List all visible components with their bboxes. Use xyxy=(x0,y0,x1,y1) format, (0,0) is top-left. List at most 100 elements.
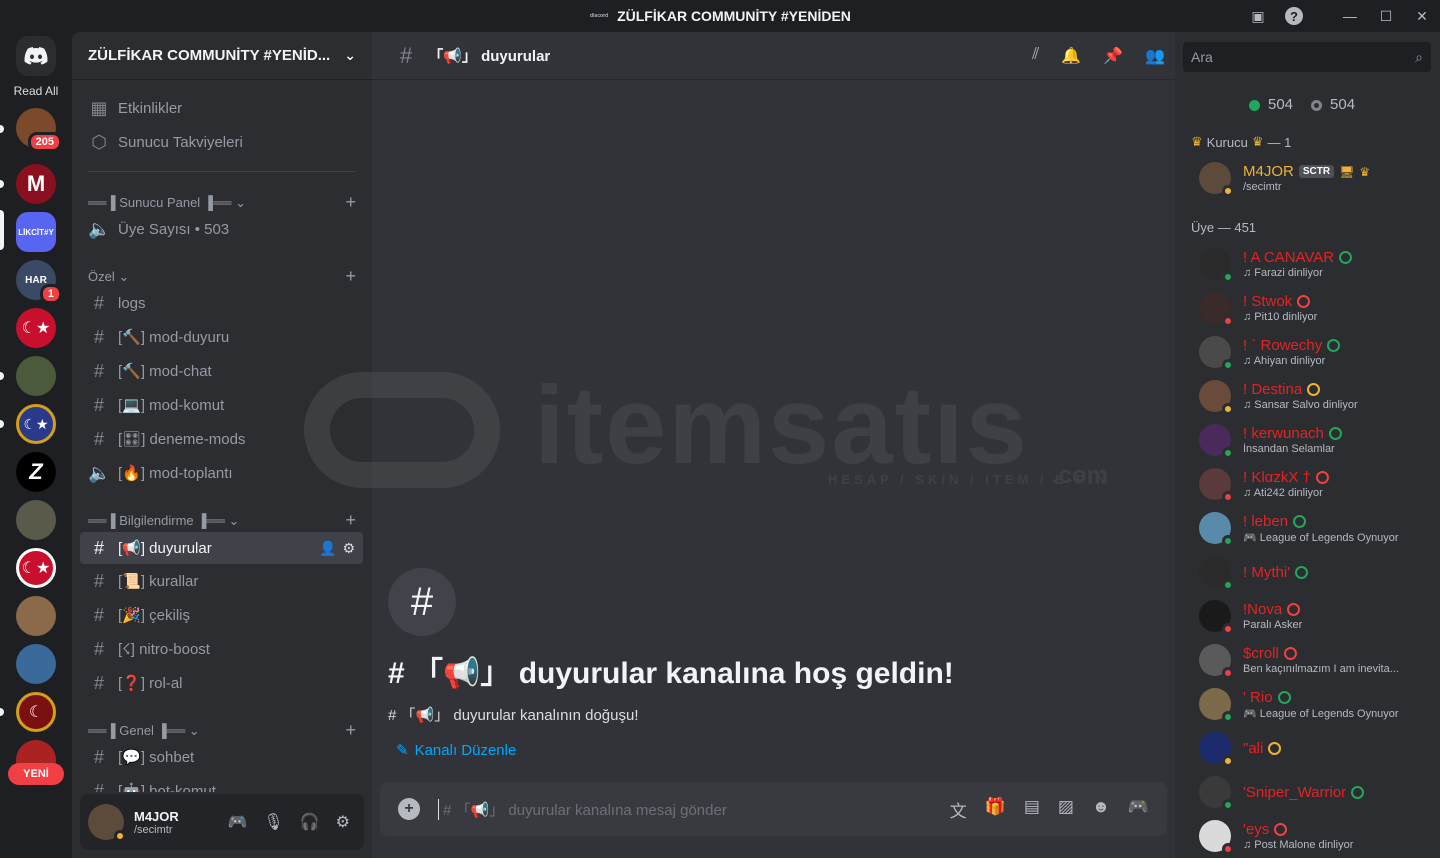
chevron-down-icon: ⌄ xyxy=(344,47,356,63)
activities-icon[interactable]: 🎮 xyxy=(1128,797,1149,822)
hash-icon: # xyxy=(93,292,104,313)
channel-nitro-boost[interactable]: # [☇] nitro-boost xyxy=(80,633,363,665)
hash-icon: # xyxy=(93,780,104,793)
hash-icon: # xyxy=(93,537,104,558)
gamepad-icon[interactable]: 🎮 xyxy=(228,812,248,832)
channel-duyurular-active[interactable]: # [📢] duyurular 👤 ⚙ xyxy=(80,532,363,564)
member-item[interactable]: 'Sniper_Warrior xyxy=(1199,772,1429,812)
member-name: ! KlαzkX † xyxy=(1243,469,1311,486)
server-icon-selected[interactable]: LİKCİT#Y xyxy=(16,212,56,252)
category-bilgilendirme[interactable]: ══▐ Bilgilendirme ▐══ ⌄ + xyxy=(88,510,356,531)
minimize-icon[interactable]: — xyxy=(1332,0,1368,32)
category-genel[interactable]: ══▐ Genel ▐══ ⌄ + xyxy=(88,720,356,741)
new-unreads-badge[interactable]: YENİ xyxy=(8,763,64,785)
gear-icon[interactable]: ⚙ xyxy=(336,812,350,832)
member-item[interactable]: ! A CANAVAR ♫ Farazi dinliyor xyxy=(1199,244,1429,284)
channel-bot-komut[interactable]: # [🤖] bot-komut xyxy=(80,775,363,793)
server-icon[interactable]: ☾★ xyxy=(16,308,56,348)
member-item[interactable]: ! leben 🎮 League of Legends Oynuyor xyxy=(1199,508,1429,548)
member-item[interactable]: $croll Ben kaçınılmazım I am inevita... xyxy=(1199,640,1429,680)
server-icon[interactable]: ☾ xyxy=(16,692,56,732)
server-tag-icon xyxy=(1277,690,1291,704)
add-channel-icon[interactable]: + xyxy=(345,510,356,531)
member-name: ! Mythi' xyxy=(1243,563,1291,581)
add-channel-icon[interactable]: + xyxy=(345,192,356,213)
maximize-icon[interactable]: ☐ xyxy=(1368,0,1404,32)
gear-icon[interactable]: ⚙ xyxy=(342,540,355,557)
member-name: $croll xyxy=(1243,645,1279,662)
guild-name: ZÜLFİKAR COMMUNİTY #YENİD... xyxy=(88,47,331,64)
search-input[interactable]: Ara ⌕ xyxy=(1183,42,1431,72)
gif-icon[interactable]: ▤ xyxy=(1024,797,1040,822)
member-item[interactable]: ! Stwok ♫ Pit10 dinliyor xyxy=(1199,288,1429,328)
message-composer: + # 「📢」 duyurular kanalına mesaj gönder … xyxy=(380,782,1167,836)
message-input[interactable]: # 「📢」 duyurular kanalına mesaj gönder xyxy=(438,798,950,820)
close-icon[interactable]: ✕ xyxy=(1404,0,1440,32)
add-channel-icon[interactable]: + xyxy=(345,266,356,287)
server-icon[interactable] xyxy=(16,644,56,684)
member-item[interactable]: !Nova Paralı Asker xyxy=(1199,596,1429,636)
member-name: ! Destina xyxy=(1243,381,1303,398)
guild-header[interactable]: ZÜLFİKAR COMMUNİTY #YENİD... ⌄ xyxy=(72,32,372,80)
emoji-icon[interactable]: ☻ xyxy=(1092,797,1110,822)
server-icon[interactable] xyxy=(16,596,56,636)
read-all-label[interactable]: Read All xyxy=(0,84,72,98)
server-tag-icon xyxy=(1295,565,1309,579)
avatar xyxy=(1199,688,1234,723)
threads-icon[interactable]: ⫽ xyxy=(1032,46,1039,66)
member-item[interactable]: ' Rio 🎮 League of Legends Oynuyor xyxy=(1199,684,1429,724)
add-attachment-button[interactable]: + xyxy=(398,798,420,820)
hash-icon: # xyxy=(93,638,104,659)
invite-icon[interactable]: 👤 xyxy=(319,540,336,557)
server-icon[interactable]: HAR 1 xyxy=(16,260,62,304)
headphones-icon[interactable]: 🎧 xyxy=(300,812,320,832)
member-item[interactable]: ! kerwunach İnsandan Selamlar xyxy=(1199,420,1429,460)
server-icon[interactable]: Z xyxy=(16,452,56,492)
add-channel-icon[interactable]: + xyxy=(345,720,356,741)
server-icon[interactable] xyxy=(16,500,56,540)
channel-mod-duyuru[interactable]: # [🔨] mod-duyuru xyxy=(80,321,363,353)
crown-icon: ♛ xyxy=(1359,164,1371,179)
server-icon[interactable]: ☾★ xyxy=(16,548,56,588)
server-icon[interactable] xyxy=(16,356,56,396)
member-item[interactable]: 'eys ♫ Post Malone dinliyor xyxy=(1199,816,1429,856)
discord-home-button[interactable] xyxy=(16,36,56,76)
avatar[interactable] xyxy=(88,804,126,842)
crown-icon: ♛ xyxy=(1251,134,1264,149)
server-icon[interactable]: ☾★ xyxy=(16,404,56,444)
translate-icon[interactable]: 文 xyxy=(950,797,967,822)
category-ozel[interactable]: Özel ⌄ + xyxy=(88,266,356,287)
members-icon[interactable]: 👥 xyxy=(1145,46,1165,66)
member-name: ! Stwok xyxy=(1243,293,1293,310)
events-item[interactable]: ▦ Etkinlikler xyxy=(80,92,363,124)
server-tag-icon xyxy=(1283,647,1297,660)
member-item[interactable]: "ali xyxy=(1199,728,1429,768)
channel-logs[interactable]: # logs xyxy=(80,287,363,319)
member-activity: ♫ Post Malone dinliyor xyxy=(1243,839,1354,851)
member-name: !Nova xyxy=(1243,601,1283,618)
microphone-icon[interactable]: 🎙 xyxy=(263,812,283,832)
server-icon[interactable]: 205 xyxy=(16,108,62,152)
channel-sohbet[interactable]: # [💬] sohbet xyxy=(80,741,363,773)
help-icon[interactable]: ? xyxy=(1276,0,1312,32)
channel-cekilis[interactable]: # [🎉] çekiliş xyxy=(80,599,363,631)
server-boosts-item[interactable]: ⬡ Sunucu Takviyeleri xyxy=(80,126,363,158)
member-item[interactable]: ! Destina ♫ Sansar Salvo dinliyor xyxy=(1199,376,1429,416)
member-activity: Ben kaçınılmazım I am inevita... xyxy=(1243,663,1399,675)
member-item[interactable]: ! KlαzkX † ♫ Ati242 dinliyor xyxy=(1199,464,1429,504)
category-sunucu-panel[interactable]: ══▐ Sunucu Panel ▐══ ⌄ + xyxy=(88,192,356,213)
bell-icon[interactable]: 🔔 xyxy=(1061,46,1081,66)
inbox-icon[interactable]: ▣ xyxy=(1240,0,1276,32)
pin-icon[interactable]: 📌 xyxy=(1103,46,1123,66)
member-item[interactable]: ! ` Rowechy ♫ Ahiyan dinliyor xyxy=(1199,332,1429,372)
edit-channel-link[interactable]: ✎ Kanalı Düzenle xyxy=(388,741,1158,760)
hash-icon: # xyxy=(388,568,456,636)
channel-rol-al[interactable]: # [❓] rol-al xyxy=(80,667,363,699)
channel-kurallar[interactable]: # [📜] kurallar xyxy=(80,565,363,597)
voice-channel-member-count[interactable]: 🔈 Üye Sayısı • 503 xyxy=(80,213,363,245)
sticker-icon[interactable]: ▨ xyxy=(1058,797,1074,822)
member-item[interactable]: ! Mythi' xyxy=(1199,552,1429,592)
member-item-owner[interactable]: M4JOR SCTR 🖥 ♛ /secimtr xyxy=(1199,158,1429,198)
gift-icon[interactable]: 🎁 xyxy=(985,797,1006,822)
server-icon[interactable]: M xyxy=(16,164,56,204)
